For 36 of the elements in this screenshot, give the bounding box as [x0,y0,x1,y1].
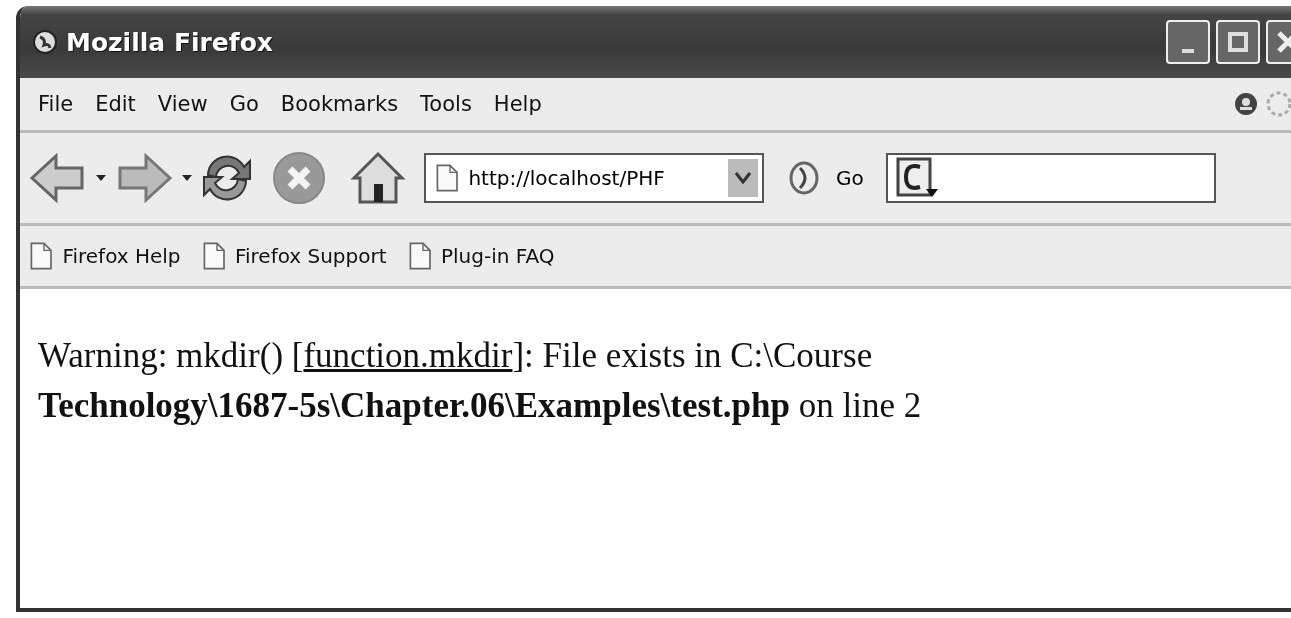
address-field[interactable]: http://localhost/PHF [424,153,764,203]
minimize-icon [1182,49,1194,53]
back-button[interactable] [30,153,86,203]
window-title: Mozilla Firefox [66,27,274,57]
forward-button[interactable] [116,153,172,203]
menu-item[interactable]: Tools [412,92,480,116]
home-button[interactable] [350,150,406,206]
caret-icon[interactable] [182,175,192,181]
globe-icon [32,29,58,55]
page-icon [408,242,431,270]
search-engine-icon[interactable] [895,157,940,199]
bookmark-link[interactable]: Firefox Support [202,242,387,270]
search-field[interactable] [885,153,1216,203]
warning-message: Warning: mkdir() [function.mkdir]: File exists in C:\Course Technology\1687-5s\Chapter.06\Examples\test.php on line 2 [38,335,923,427]
minimize-button[interactable] [1166,20,1210,64]
caret-icon[interactable] [96,175,106,181]
menu-item[interactable]: Bookmarks [272,92,407,116]
user-icon [1234,92,1258,116]
dropdown-button[interactable] [728,159,758,197]
menu-item[interactable]: Go [221,92,267,116]
page-icon [436,164,459,192]
menu-item[interactable]: Help [485,92,550,116]
menu-item[interactable]: Edit [87,92,144,116]
maximize-button[interactable] [1216,20,1260,64]
throbber-icon [1264,89,1291,119]
go-button[interactable]: Go [830,166,864,190]
chevron-icon [735,172,751,184]
page-icon [30,242,53,270]
maximize-icon [1227,31,1249,53]
bookmark-link[interactable]: Firefox Help [30,242,181,270]
menu-item[interactable]: View [149,92,216,116]
stop-button[interactable] [272,151,326,205]
go-icon [788,160,820,196]
page-icon [202,242,225,270]
bookmark-link[interactable]: Plug-in FAQ [408,242,555,270]
menu-item[interactable]: File [30,92,82,116]
